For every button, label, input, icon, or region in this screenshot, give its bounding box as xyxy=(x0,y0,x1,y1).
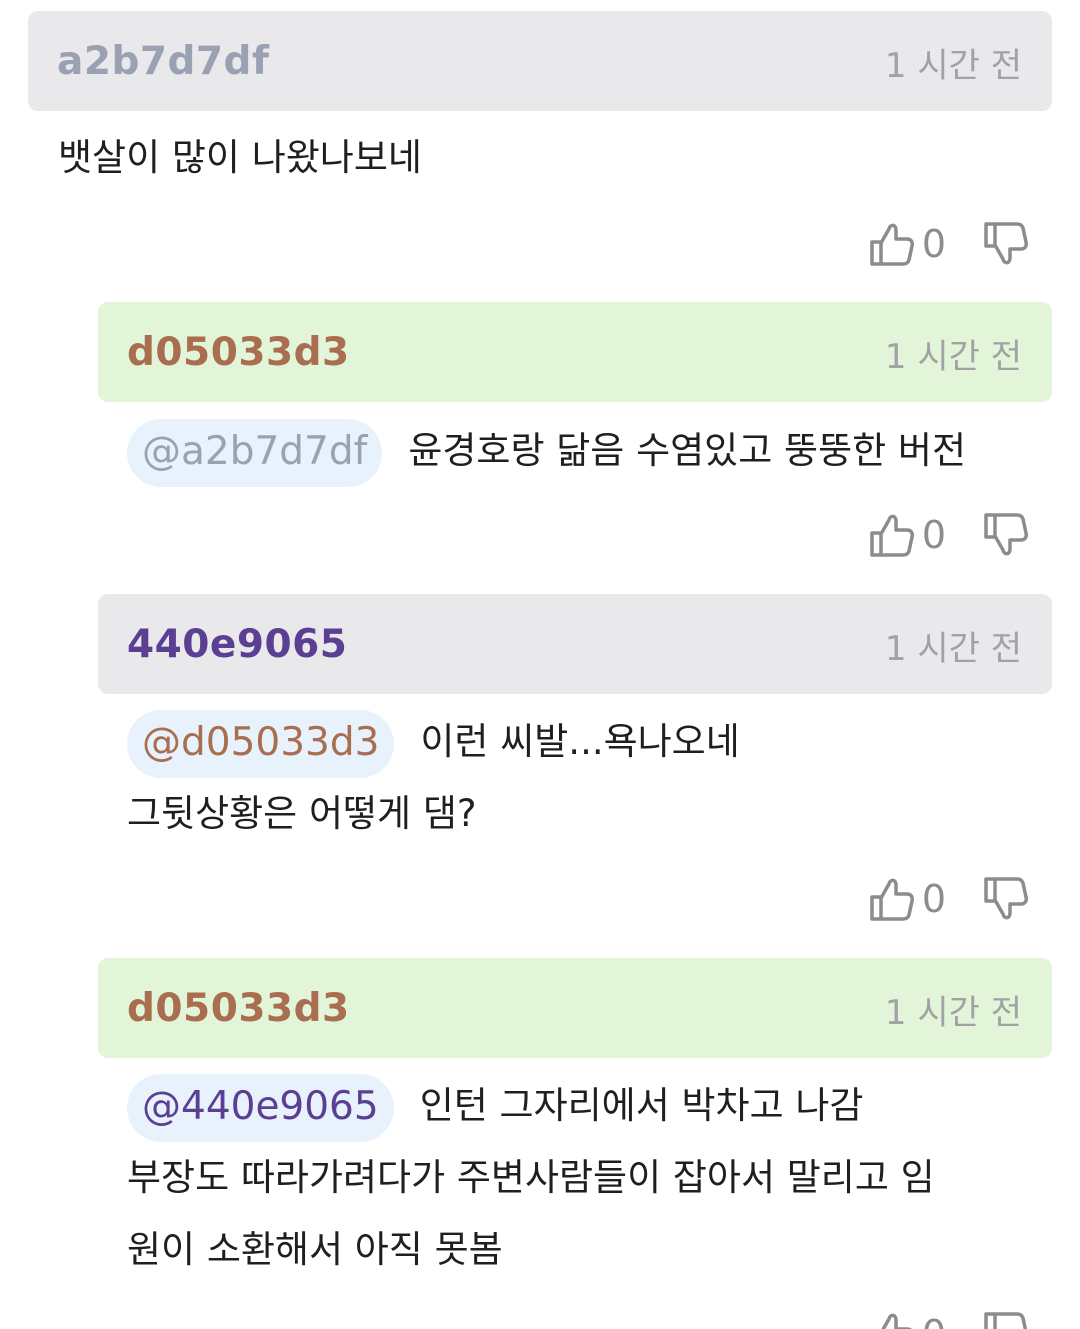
comment-text: 윤경호랑 닮음 수염있고 뚱뚱한 버전 xyxy=(408,429,966,472)
dislike-button[interactable] xyxy=(982,220,1028,268)
comment-header: d05033d3 1 시간 전 xyxy=(98,302,1052,402)
comment-header: a2b7d7df 1 시간 전 xyxy=(28,11,1052,111)
comment-body: 뱃살이 많이 나왔나보네 xyxy=(58,122,422,194)
thumbs-up-icon xyxy=(868,875,914,923)
dislike-button[interactable] xyxy=(982,1310,1028,1329)
like-button[interactable]: 0 xyxy=(868,220,982,268)
dislike-button[interactable] xyxy=(982,511,1028,559)
comment-thread: a2b7d7df 1 시간 전 뱃살이 많이 나왔나보네 0 d05033d3 … xyxy=(0,0,1080,1329)
comment-time: 1 시간 전 xyxy=(884,337,1022,377)
thumbs-up-icon xyxy=(868,511,914,559)
comment-body: @a2b7d7df 윤경호랑 닮음 수염있고 뚱뚱한 버전 xyxy=(127,415,1067,487)
like-button[interactable]: 0 xyxy=(868,875,982,923)
comment-time: 1 시간 전 xyxy=(884,46,1022,86)
comment-time: 1 시간 전 xyxy=(884,629,1022,669)
comment-line: 그뒷상황은 어떻게 댐? xyxy=(127,792,477,835)
thumbs-down-icon xyxy=(982,220,1028,268)
thumbs-down-icon xyxy=(982,511,1028,559)
comment-line: 부장도 따라가려다가 주변사람들이 잡아서 말리고 임 xyxy=(127,1156,935,1199)
thumbs-down-icon xyxy=(982,875,1028,923)
like-button[interactable]: 0 xyxy=(868,511,982,559)
thumbs-down-icon xyxy=(982,1310,1028,1329)
mention-tag[interactable]: @440e9065 xyxy=(127,1073,394,1142)
comment-author[interactable]: d05033d3 xyxy=(127,986,350,1031)
like-count: 0 xyxy=(921,877,946,921)
like-count: 0 xyxy=(921,222,946,266)
comment-text: 이런 씨발...욕나오네 xyxy=(420,720,740,763)
comment-time: 1 시간 전 xyxy=(884,993,1022,1033)
mention-tag[interactable]: @d05033d3 xyxy=(127,709,395,778)
comment-line: 뱃살이 많이 나왔나보네 xyxy=(58,136,422,179)
comment-header: d05033d3 1 시간 전 xyxy=(98,958,1052,1058)
comment-line: 원이 소환해서 아직 못봄 xyxy=(127,1228,503,1271)
comment-line: @d05033d3 이런 씨발...욕나오네 xyxy=(127,706,1067,778)
thumbs-up-icon xyxy=(868,1310,914,1329)
mention-tag[interactable]: @a2b7d7df xyxy=(127,418,383,487)
comment-votes: 0 xyxy=(868,873,1028,925)
comment-votes: 0 xyxy=(868,218,1028,270)
comment-author[interactable]: 440e9065 xyxy=(127,622,347,667)
dislike-button[interactable] xyxy=(982,875,1028,923)
like-count: 0 xyxy=(922,1312,946,1329)
like-button[interactable]: 0 xyxy=(868,1310,982,1329)
comment-body: @440e9065 인턴 그자리에서 박차고 나감 부장도 따라가려다가 주변사람… xyxy=(127,1070,1067,1286)
like-count: 0 xyxy=(921,513,946,557)
comment-body: @d05033d3 이런 씨발...욕나오네 그뒷상황은 어떻게 댐? xyxy=(127,706,1067,850)
comment-text: 인턴 그자리에서 박차고 나감 xyxy=(419,1084,864,1127)
comment-line: @a2b7d7df 윤경호랑 닮음 수염있고 뚱뚱한 버전 xyxy=(127,415,1067,487)
thumbs-up-icon xyxy=(868,220,914,268)
comment-votes: 0 xyxy=(868,509,1028,561)
comment-header: 440e9065 1 시간 전 xyxy=(98,594,1052,694)
comment-author[interactable]: a2b7d7df xyxy=(57,39,269,84)
comment-line: @440e9065 인턴 그자리에서 박차고 나감 xyxy=(127,1070,1067,1142)
comment-author[interactable]: d05033d3 xyxy=(127,330,350,375)
comment-votes: 0 xyxy=(868,1308,1028,1329)
